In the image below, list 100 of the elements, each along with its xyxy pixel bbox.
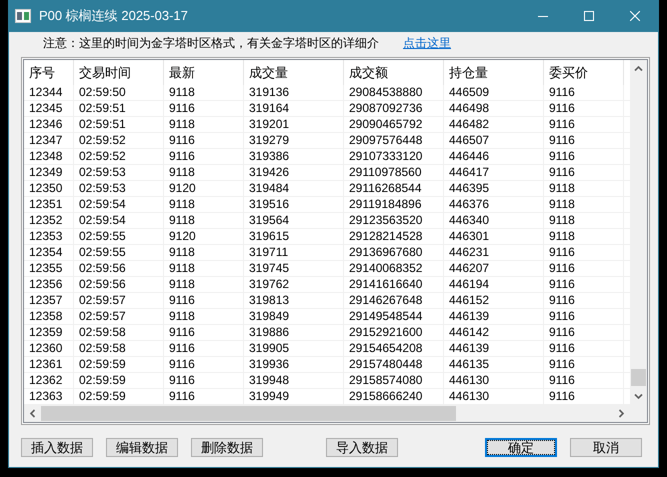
table-cell: 29141616640 xyxy=(344,277,444,292)
table-cell: 29146267648 xyxy=(344,293,444,308)
table-cell: 9118 xyxy=(164,117,244,132)
table-cell: 9116 xyxy=(544,133,624,148)
table-cell: 446231 xyxy=(444,245,544,260)
table-cell: 9116 xyxy=(544,261,624,276)
table-cell: 319516 xyxy=(244,197,344,212)
table-cell: 9116 xyxy=(544,117,624,132)
table-cell: 319164 xyxy=(244,101,344,116)
table-cell: 319948 xyxy=(244,373,344,388)
table-cell: 29097576448 xyxy=(344,133,444,148)
column-header[interactable]: 委买价 xyxy=(544,60,624,85)
table-cell: 319762 xyxy=(244,277,344,292)
table-cell: 29158666240 xyxy=(344,389,444,404)
table-cell: 446482 xyxy=(444,117,544,132)
scroll-left-icon[interactable] xyxy=(29,409,36,418)
table-cell: 9118 xyxy=(164,277,244,292)
scroll-right-icon[interactable] xyxy=(618,409,625,418)
dialog-button[interactable]: 编辑数据 xyxy=(106,438,178,457)
table-cell: 9116 xyxy=(164,133,244,148)
table-cell: 02:59:59 xyxy=(74,373,164,388)
table-cell: 9116 xyxy=(164,389,244,404)
table-cell: 319386 xyxy=(244,149,344,164)
table-cell: 29157480448 xyxy=(344,357,444,372)
table-cell: 446507 xyxy=(444,133,544,148)
scroll-up-icon[interactable] xyxy=(634,65,643,72)
table-cell: 02:59:53 xyxy=(74,181,164,196)
table-cell: 29123563520 xyxy=(344,213,444,228)
table-cell: 9116 xyxy=(544,341,624,356)
details-link[interactable]: 点击这里 xyxy=(403,35,451,52)
table-cell: 9116 xyxy=(164,373,244,388)
table-cell: 12351 xyxy=(24,197,74,212)
scroll-thumb[interactable] xyxy=(631,369,646,386)
column-header[interactable]: 最新 xyxy=(164,60,244,85)
dialog-button[interactable]: 确定 xyxy=(485,438,557,457)
column-header[interactable]: 持仓量 xyxy=(444,60,544,85)
table-cell: 29087092736 xyxy=(344,101,444,116)
dialog-button[interactable]: 导入数据 xyxy=(326,438,398,457)
table-cell: 9116 xyxy=(544,309,624,324)
table-cell: 446135 xyxy=(444,357,544,372)
table-cell: 12346 xyxy=(24,117,74,132)
table-cell: 12350 xyxy=(24,181,74,196)
table-cell: 9116 xyxy=(544,85,624,100)
table-cell: 9116 xyxy=(164,341,244,356)
table-cell: 12357 xyxy=(24,293,74,308)
table-cell: 446301 xyxy=(444,229,544,244)
table-cell: 12360 xyxy=(24,341,74,356)
table-cell: 29116268544 xyxy=(344,181,444,196)
scroll-down-icon[interactable] xyxy=(634,393,643,400)
table-cell: 02:59:51 xyxy=(74,101,164,116)
table-cell: 02:59:58 xyxy=(74,325,164,340)
table-cell: 02:59:56 xyxy=(74,277,164,292)
table-cell: 12347 xyxy=(24,133,74,148)
table-cell: 29136967680 xyxy=(344,245,444,260)
table-cell: 02:59:52 xyxy=(74,133,164,148)
table-cell: 02:59:51 xyxy=(74,117,164,132)
table-cell: 9118 xyxy=(164,261,244,276)
table-cell: 9116 xyxy=(544,325,624,340)
column-header[interactable]: 交易时间 xyxy=(74,60,164,85)
table-cell: 29154654208 xyxy=(344,341,444,356)
table-cell: 319484 xyxy=(244,181,344,196)
table-cell: 29107333120 xyxy=(344,149,444,164)
table-cell: 29128214528 xyxy=(344,229,444,244)
table-cell: 29152921600 xyxy=(344,325,444,340)
table-cell: 446130 xyxy=(444,373,544,388)
table-cell: 9118 xyxy=(544,197,624,212)
close-icon xyxy=(630,11,640,21)
column-header[interactable]: 序号 xyxy=(24,60,74,85)
table-cell: 12361 xyxy=(24,357,74,372)
table-cell: 319711 xyxy=(244,245,344,260)
table-cell: 02:59:54 xyxy=(74,213,164,228)
table-cell: 02:59:53 xyxy=(74,165,164,180)
dialog-button[interactable]: 取消 xyxy=(570,438,642,457)
table-cell: 29084538880 xyxy=(344,85,444,100)
table-cell: 319745 xyxy=(244,261,344,276)
table-cell: 9118 xyxy=(164,213,244,228)
table-cell: 02:59:57 xyxy=(74,309,164,324)
table-cell: 29090465792 xyxy=(344,117,444,132)
column-header[interactable]: 成交量 xyxy=(244,60,344,85)
column-header[interactable]: 成交额 xyxy=(344,60,444,85)
table-cell: 319886 xyxy=(244,325,344,340)
horizontal-scrollbar[interactable] xyxy=(24,405,630,422)
table-cell: 319936 xyxy=(244,357,344,372)
table-cell: 446152 xyxy=(444,293,544,308)
notice-text: 注意：这里的时间为金字塔时区格式，有关金字塔时区的详细介 xyxy=(43,35,379,52)
table-cell: 12348 xyxy=(24,149,74,164)
dialog-button[interactable]: 删除数据 xyxy=(191,438,263,457)
table-cell: 9116 xyxy=(544,277,624,292)
table-cell: 12355 xyxy=(24,261,74,276)
table-cell: 319136 xyxy=(244,85,344,100)
table-cell: 9116 xyxy=(544,357,624,372)
table-cell: 446446 xyxy=(444,149,544,164)
table-cell: 319426 xyxy=(244,165,344,180)
table-cell: 9118 xyxy=(544,181,624,196)
table-cell: 9116 xyxy=(544,389,624,404)
scroll-thumb[interactable] xyxy=(41,406,456,421)
dialog-button[interactable]: 插入数据 xyxy=(21,438,93,457)
table-cell: 9120 xyxy=(164,181,244,196)
table-cell: 446395 xyxy=(444,181,544,196)
table-cell: 9118 xyxy=(544,213,624,228)
